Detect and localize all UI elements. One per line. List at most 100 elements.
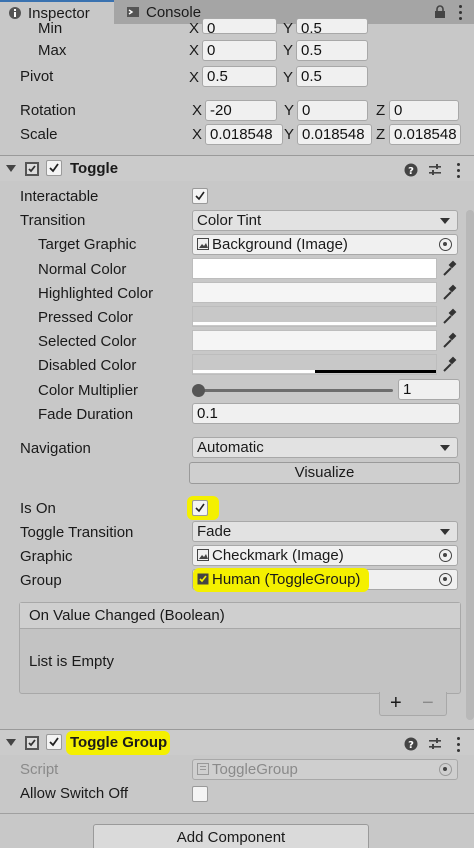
toggle-group-enabled-checkbox[interactable] (46, 734, 62, 750)
eyedropper-icon[interactable] (440, 330, 458, 351)
help-icon[interactable]: ? (404, 163, 418, 177)
scale-z-axis: Z (376, 126, 386, 143)
pivot-x-field[interactable]: 0.5 (202, 66, 277, 87)
color-multiplier-slider-handle[interactable] (192, 384, 205, 397)
eyedropper-icon[interactable] (440, 258, 458, 279)
max-x-field[interactable]: 0 (202, 40, 277, 61)
toggle-transition-value: Fade (197, 523, 232, 540)
eyedropper-icon[interactable] (440, 354, 458, 375)
disabled-color-swatch[interactable] (192, 354, 437, 375)
normal-color-label: Normal Color (38, 261, 127, 278)
component-menu-icon[interactable] (452, 735, 464, 753)
rotation-x-field[interactable]: -20 (205, 100, 277, 121)
rotation-y-field[interactable]: 0 (297, 100, 368, 121)
is-on-checkbox[interactable] (192, 500, 208, 516)
selected-color-swatch[interactable] (192, 330, 437, 351)
pivot-y-field[interactable]: 0.5 (296, 66, 368, 87)
fade-duration-field[interactable]: 0.1 (192, 403, 460, 424)
tab-bar-controls (434, 3, 466, 21)
allow-switch-off-checkbox[interactable] (192, 786, 208, 802)
object-picker-icon[interactable] (439, 573, 452, 586)
checkmark-icon (195, 503, 205, 513)
is-on-label: Is On (20, 500, 56, 517)
event-list-controls: + − (379, 692, 447, 716)
min-y-axis: Y (283, 20, 294, 37)
min-x-field[interactable]: 0 (202, 18, 277, 34)
pivot-label: Pivot (20, 68, 54, 85)
eyedropper-icon[interactable] (440, 282, 458, 303)
eyedropper-icon[interactable] (440, 306, 458, 327)
object-picker-icon[interactable] (439, 238, 452, 251)
fold-arrow-icon[interactable] (6, 165, 16, 172)
group-label: Group (20, 572, 62, 589)
dropdown-arrow-icon (440, 218, 450, 224)
dropdown-arrow-icon (440, 445, 450, 451)
target-graphic-label: Target Graphic (38, 236, 137, 253)
scale-z-field[interactable]: 0.018548 (389, 124, 461, 145)
toggle-group-icon (197, 573, 209, 585)
target-graphic-field[interactable]: Background (Image) (192, 234, 458, 255)
image-icon (197, 549, 209, 561)
group-field[interactable]: Human (ToggleGroup) (192, 568, 458, 592)
scrollbar[interactable] (466, 210, 474, 720)
lock-icon[interactable] (434, 5, 446, 19)
svg-text:?: ? (408, 740, 414, 751)
toggle-transition-dropdown[interactable]: Fade (192, 521, 458, 542)
toggle-group-component-header[interactable]: Toggle Group ? (0, 729, 474, 755)
toggle-transition-label: Toggle Transition (20, 524, 134, 541)
rotation-x-axis: X (192, 102, 203, 119)
dropdown-arrow-icon (440, 529, 450, 535)
pivot-x-axis: X (189, 69, 200, 86)
toggle-component-title: Toggle (70, 160, 119, 177)
component-header-icons: ? (404, 161, 464, 179)
help-icon[interactable]: ? (404, 737, 418, 751)
navigation-dropdown[interactable]: Automatic (192, 437, 458, 458)
fade-duration-label: Fade Duration (38, 406, 134, 423)
info-icon (9, 7, 21, 19)
checkmark-icon (49, 737, 59, 747)
color-multiplier-field[interactable]: 1 (398, 379, 460, 400)
rotation-z-field[interactable]: 0 (389, 100, 459, 121)
script-label: Script (20, 761, 59, 778)
pressed-color-swatch[interactable] (192, 306, 437, 327)
component-header-icons: ? (404, 735, 464, 753)
console-icon (127, 7, 139, 17)
min-y-field[interactable]: 0.5 (296, 18, 368, 34)
component-menu-icon[interactable] (452, 161, 464, 179)
max-y-field[interactable]: 0.5 (296, 40, 368, 61)
scale-y-field[interactable]: 0.018548 (297, 124, 372, 145)
object-picker-icon[interactable] (439, 549, 452, 562)
max-label: Max (38, 42, 67, 59)
add-component-button[interactable]: Add Component (93, 824, 369, 848)
rotation-z-axis: Z (376, 102, 386, 119)
graphic-field[interactable]: Checkmark (Image) (192, 545, 458, 566)
interactable-checkbox[interactable] (192, 188, 208, 204)
event-title: On Value Changed (Boolean) (20, 603, 460, 629)
transition-value: Color Tint (197, 212, 262, 229)
presets-icon[interactable] (428, 163, 442, 177)
visualize-button[interactable]: Visualize (189, 462, 460, 484)
max-y-axis: Y (283, 42, 294, 59)
selected-color-label: Selected Color (38, 333, 137, 350)
script-field: ToggleGroup (192, 759, 458, 780)
color-multiplier-label: Color Multiplier (38, 382, 139, 399)
on-value-changed-event: On Value Changed (Boolean) List is Empty (19, 602, 461, 694)
graphic-label: Graphic (20, 548, 73, 565)
toggle-group-component-icon (25, 736, 39, 750)
highlighted-color-swatch[interactable] (192, 282, 437, 303)
remove-event-button[interactable]: − (422, 692, 434, 714)
add-event-button[interactable]: + (390, 692, 402, 714)
more-options-icon[interactable] (454, 3, 466, 21)
target-graphic-value: Background (Image) (212, 236, 348, 253)
normal-color-swatch[interactable] (192, 258, 437, 279)
transition-dropdown[interactable]: Color Tint (192, 210, 458, 231)
fold-arrow-icon[interactable] (6, 739, 16, 746)
presets-icon[interactable] (428, 737, 442, 751)
pivot-y-axis: Y (283, 69, 294, 86)
toggle-enabled-checkbox[interactable] (46, 160, 62, 176)
toggle-component-header[interactable]: Toggle ? (0, 155, 474, 181)
disabled-color-label: Disabled Color (38, 357, 137, 374)
scale-x-field[interactable]: 0.018548 (205, 124, 283, 145)
scale-x-axis: X (192, 126, 203, 143)
color-multiplier-slider-track[interactable] (197, 389, 393, 392)
